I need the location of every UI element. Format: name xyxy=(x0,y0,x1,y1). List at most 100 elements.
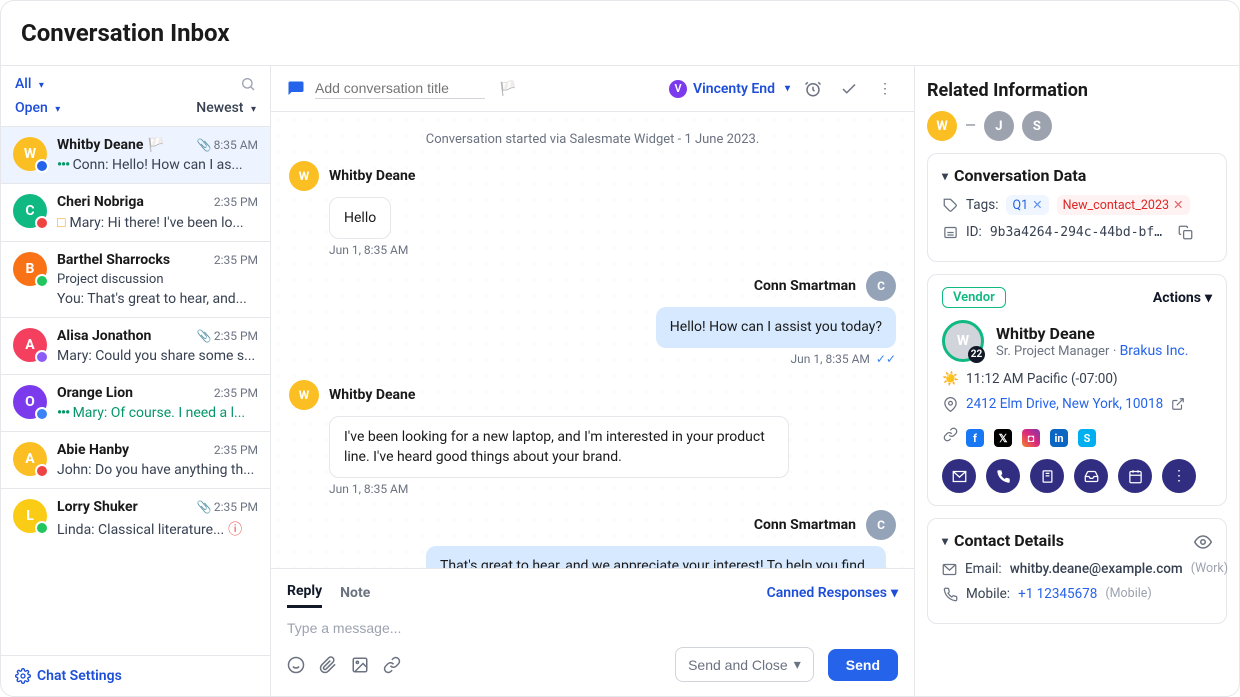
tag-chip[interactable]: Q1 ✕ xyxy=(1006,195,1048,215)
visibility-icon[interactable] xyxy=(1194,531,1212,551)
mobile-type: (Mobile) xyxy=(1105,586,1151,601)
skype-icon[interactable]: S xyxy=(1078,429,1096,447)
alert-icon: ⓘ xyxy=(228,522,242,538)
link-icon[interactable] xyxy=(383,656,401,674)
related-info-title: Related Information xyxy=(927,80,1227,101)
channel-badge-icon xyxy=(35,159,49,173)
section-conversation-data[interactable]: ▾ Conversation Data xyxy=(942,166,1212,185)
send-button[interactable]: Send xyxy=(828,649,898,681)
filter-open[interactable]: Open ▾ xyxy=(15,100,60,116)
canned-responses-label: Canned Responses xyxy=(767,585,887,601)
conversation-item[interactable]: C Cheri Nobriga 2:35 PM □Mary: Hi there!… xyxy=(1,183,270,241)
assignee-label: Vincenty End xyxy=(693,81,775,97)
image-icon[interactable] xyxy=(351,656,369,674)
channel-badge-icon xyxy=(35,521,49,535)
attachment-icon: 📎 xyxy=(197,329,212,343)
attachment-icon[interactable] xyxy=(319,656,337,674)
remove-tag-icon[interactable]: ✕ xyxy=(1173,197,1183,213)
contact-name: Whitby Deane xyxy=(996,324,1188,343)
assignee-select[interactable]: V Vincenty End ▾ xyxy=(669,80,790,98)
linkedin-icon[interactable]: in xyxy=(1050,429,1068,447)
conversation-preview: John: Do you have anything th... xyxy=(57,462,258,478)
filter-all-label: All xyxy=(15,76,31,92)
sort-newest[interactable]: Newest ▾ xyxy=(196,100,256,116)
message-author: Conn Smartman xyxy=(754,278,856,294)
contact-address-link[interactable]: 2412 Elm Drive, New York, 10018 xyxy=(966,396,1163,412)
tab-reply[interactable]: Reply xyxy=(287,577,322,608)
message-bubble: I've been looking for a new laptop, and … xyxy=(329,416,789,479)
section-contact-details[interactable]: ▾ Contact Details xyxy=(942,531,1212,551)
email-label: Email: xyxy=(965,561,1002,577)
resolve-icon[interactable] xyxy=(836,80,862,98)
contact-avatar-icon: W22 xyxy=(942,320,984,362)
conversation-name: Alisa Jonathon xyxy=(57,328,151,344)
conversation-started-text: Conversation started via Salesmate Widge… xyxy=(289,132,896,147)
x-twitter-icon[interactable]: 𝕏 xyxy=(994,429,1012,447)
canned-responses[interactable]: Canned Responses ▾ xyxy=(767,585,898,601)
message-author: Whitby Deane xyxy=(329,168,415,184)
contact-mobile[interactable]: +1 12345678 xyxy=(1018,586,1097,602)
conversation-item[interactable]: B Barthel Sharrocks 2:35 PM Project disc… xyxy=(1,241,270,317)
email-action-icon[interactable] xyxy=(942,459,976,493)
conversation-time: 2:35 PM xyxy=(214,443,258,457)
filter-all[interactable]: All ▾ xyxy=(15,76,44,92)
instagram-icon[interactable]: ◘ xyxy=(1022,429,1040,447)
conversation-title-input[interactable] xyxy=(315,78,485,99)
more-action-icon[interactable]: ⋮ xyxy=(1162,459,1196,493)
tag-icon xyxy=(942,197,958,213)
conversation-item[interactable]: A Abie Hanby 2:35 PM John: Do you have a… xyxy=(1,431,270,488)
message-group: Conn Smartman C Hello! How can I assist … xyxy=(289,271,896,365)
tag-chip[interactable]: New_contact_2023 ✕ xyxy=(1057,195,1190,215)
conversation-item[interactable]: W Whitby Deane🏳️ 📎8:35 AM ••• Conn: Hell… xyxy=(1,126,270,183)
conversation-name: Cheri Nobriga xyxy=(57,194,144,210)
flag-icon[interactable]: 🏳️ xyxy=(499,81,516,97)
chevron-down-icon: ▾ xyxy=(891,585,898,601)
conversation-preview: Linda: Classical literature...ⓘ xyxy=(57,519,258,539)
remove-tag-icon[interactable]: ✕ xyxy=(1032,197,1042,213)
conversation-subject: Project discussion xyxy=(57,272,258,287)
assignee-avatar-icon: V xyxy=(669,80,687,98)
message-bubble: Hello xyxy=(329,197,391,239)
conversation-preview: □Mary: Hi there! I've been lo... xyxy=(57,214,258,231)
more-vertical-icon[interactable]: ⋮ xyxy=(872,81,898,97)
chevron-down-icon: ▾ xyxy=(1205,290,1212,306)
tab-note[interactable]: Note xyxy=(340,579,370,607)
thread: 🏳️ V Vincenty End ▾ ⋮ Conversation start… xyxy=(271,66,915,696)
conversation-time: 2:35 PM xyxy=(214,386,258,400)
avatar-icon: B xyxy=(13,252,47,286)
emoji-icon[interactable] xyxy=(287,656,305,674)
facebook-icon[interactable]: f xyxy=(966,429,984,447)
channel-badge-icon xyxy=(35,274,49,288)
id-icon xyxy=(942,224,958,240)
conversation-item[interactable]: A Alisa Jonathon 📎2:35 PM Mary: Could yo… xyxy=(1,317,270,374)
send-and-close-button[interactable]: Send and Close ▾ xyxy=(675,647,814,682)
avatar-icon: C xyxy=(13,194,47,228)
calendar-action-icon[interactable] xyxy=(1118,459,1152,493)
conversation-name: Orange Lion xyxy=(57,385,133,401)
message-bubble: Hello! How can I assist you today? xyxy=(656,307,896,347)
snooze-icon[interactable] xyxy=(800,80,826,98)
conversation-item[interactable]: L Lorry Shuker 📎2:35 PM Linda: Classical… xyxy=(1,488,270,549)
participant-avatar-icon[interactable]: J xyxy=(984,111,1014,141)
chat-icon xyxy=(287,80,305,98)
inbox-action-icon[interactable] xyxy=(1074,459,1108,493)
chevron-down-icon: ▾ xyxy=(39,80,44,91)
message-input[interactable] xyxy=(287,620,898,636)
participant-avatar-icon[interactable]: S xyxy=(1022,111,1052,141)
message-bubble: That's great to hear, and we appreciate … xyxy=(426,546,886,568)
conversation-item[interactable]: O Orange Lion 2:35 PM ••• Mary: Of cours… xyxy=(1,374,270,431)
call-action-icon[interactable] xyxy=(986,459,1020,493)
search-icon[interactable] xyxy=(240,76,256,92)
contact-company-link[interactable]: Brakus Inc. xyxy=(1120,343,1189,359)
conversation-name: Lorry Shuker xyxy=(57,499,138,515)
page-title: Conversation Inbox xyxy=(1,1,1239,65)
note-action-icon[interactable] xyxy=(1030,459,1064,493)
copy-icon[interactable] xyxy=(1178,224,1193,240)
participant-avatar-icon[interactable]: W xyxy=(927,111,957,141)
draft-icon: □ xyxy=(57,215,65,231)
contact-actions[interactable]: Actions ▾ xyxy=(1153,290,1212,306)
chat-settings[interactable]: Chat Settings xyxy=(1,655,270,696)
chat-settings-label: Chat Settings xyxy=(37,668,122,684)
contact-email: whitby.deane@example.com xyxy=(1010,561,1183,577)
external-link-icon[interactable] xyxy=(1171,396,1185,412)
